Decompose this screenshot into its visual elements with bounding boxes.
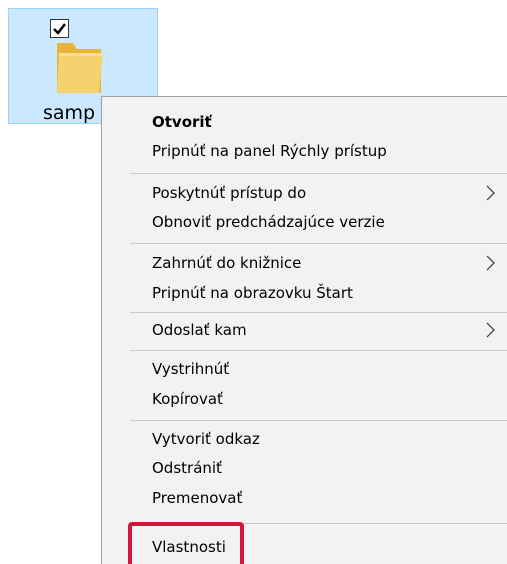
menu-separator bbox=[130, 173, 507, 174]
menu-item-copy[interactable]: Kopírovať bbox=[102, 384, 507, 414]
menu-separator bbox=[130, 420, 507, 421]
menu-item-label: Premenovať bbox=[152, 489, 243, 507]
menu-item-label: Poskytnúť prístup do bbox=[152, 184, 307, 202]
menu-separator bbox=[130, 312, 507, 313]
menu-item-label: Kopírovať bbox=[152, 390, 223, 408]
menu-item-label: Otvoriť bbox=[152, 113, 212, 131]
menu-item-rename[interactable]: Premenovať bbox=[102, 483, 507, 513]
menu-item-label: Pripnúť na panel Rýchly prístup bbox=[152, 142, 387, 160]
chevron-right-icon bbox=[486, 322, 495, 338]
desktop: samp Otvoriť Pripnúť na panel Rýchly prí… bbox=[0, 0, 507, 564]
menu-item-include-library[interactable]: Zahrnúť do knižnice bbox=[102, 248, 507, 278]
menu-item-delete[interactable]: Odstrániť bbox=[102, 453, 507, 483]
properties-highlight bbox=[128, 522, 244, 564]
menu-item-label: Vystrihnúť bbox=[152, 360, 230, 378]
menu-item-open[interactable]: Otvoriť bbox=[102, 107, 507, 137]
folder-label: samp bbox=[43, 102, 96, 124]
menu-item-pin-start[interactable]: Pripnúť na obrazovku Štart bbox=[102, 278, 507, 308]
menu-item-send-to[interactable]: Odoslať kam bbox=[102, 315, 507, 345]
menu-item-label: Zahrnúť do knižnice bbox=[152, 254, 302, 272]
menu-separator bbox=[130, 350, 507, 351]
menu-item-label: Odstrániť bbox=[152, 459, 222, 477]
menu-item-restore-versions[interactable]: Obnoviť predchádzajúce verzie bbox=[102, 207, 507, 237]
chevron-right-icon bbox=[486, 185, 495, 201]
menu-item-pin-quick-access[interactable]: Pripnúť na panel Rýchly prístup bbox=[102, 136, 507, 166]
chevron-right-icon bbox=[486, 255, 495, 271]
menu-item-label: Odoslať kam bbox=[152, 321, 247, 339]
menu-item-cut[interactable]: Vystrihnúť bbox=[102, 354, 507, 384]
menu-item-label: Vytvoriť odkaz bbox=[152, 430, 260, 448]
menu-item-label: Pripnúť na obrazovku Štart bbox=[152, 284, 353, 302]
menu-item-label: Obnoviť predchádzajúce verzie bbox=[152, 213, 385, 231]
menu-item-create-shortcut[interactable]: Vytvoriť odkaz bbox=[102, 424, 507, 454]
menu-item-give-access[interactable]: Poskytnúť prístup do bbox=[102, 178, 507, 208]
folder-icon bbox=[57, 43, 103, 93]
menu-separator bbox=[130, 243, 507, 244]
context-menu: Otvoriť Pripnúť na panel Rýchly prístup … bbox=[101, 96, 507, 564]
